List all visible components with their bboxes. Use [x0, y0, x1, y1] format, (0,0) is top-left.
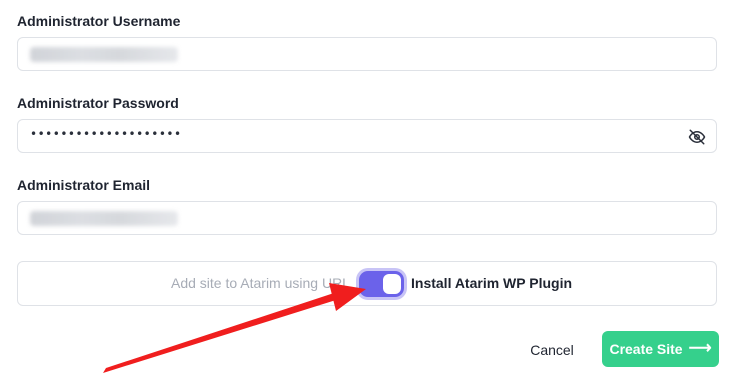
create-site-form: Administrator Username Administrator Pas… — [0, 0, 741, 385]
email-value-blurred — [30, 211, 178, 226]
create-site-button[interactable]: Create Site ⟶ — [602, 331, 719, 367]
username-label: Administrator Username — [17, 13, 181, 29]
email-field[interactable] — [17, 201, 717, 235]
email-label: Administrator Email — [17, 177, 151, 193]
eye-off-icon[interactable] — [688, 128, 706, 146]
cancel-button[interactable]: Cancel — [521, 331, 583, 367]
username-value-blurred — [30, 47, 178, 62]
password-value: •••••••••••••••••••• — [30, 127, 182, 141]
add-site-url-option[interactable]: Add site to Atarim using URL — [171, 275, 350, 291]
toggle-knob — [383, 274, 401, 294]
username-field[interactable] — [17, 37, 717, 71]
install-plugin-option[interactable]: Install Atarim WP Plugin — [411, 275, 572, 291]
install-method-toggle[interactable] — [359, 271, 404, 297]
arrow-right-icon: ⟶ — [688, 340, 712, 357]
password-field[interactable]: •••••••••••••••••••• — [17, 119, 717, 153]
create-site-label: Create Site — [609, 341, 683, 357]
password-label: Administrator Password — [17, 95, 179, 111]
